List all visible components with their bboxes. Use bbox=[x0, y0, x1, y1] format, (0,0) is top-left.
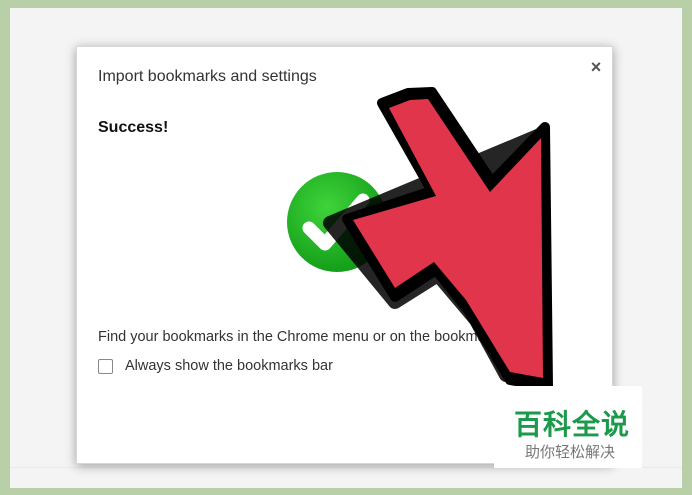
watermark-title: 百科全说 bbox=[514, 408, 631, 441]
page-lower-strip bbox=[10, 467, 682, 488]
watermark-subtitle: 助你轻松解决 bbox=[525, 443, 616, 461]
close-button[interactable]: × bbox=[585, 56, 607, 78]
show-bookmarks-bar-checkbox[interactable] bbox=[98, 358, 113, 374]
checkbox-label: Always show the bookmarks bar bbox=[125, 358, 333, 374]
show-bookmarks-bar-row[interactable]: Always show the bookmarks bar bbox=[98, 358, 333, 374]
success-heading: Success! bbox=[98, 119, 169, 136]
check-circle-icon bbox=[287, 172, 387, 272]
info-text: Find your bookmarks in the Chrome menu o… bbox=[98, 329, 534, 345]
dialog-title: Import bookmarks and settings bbox=[98, 68, 317, 85]
watermark: 百科全说 助你轻松解决 bbox=[494, 386, 642, 468]
